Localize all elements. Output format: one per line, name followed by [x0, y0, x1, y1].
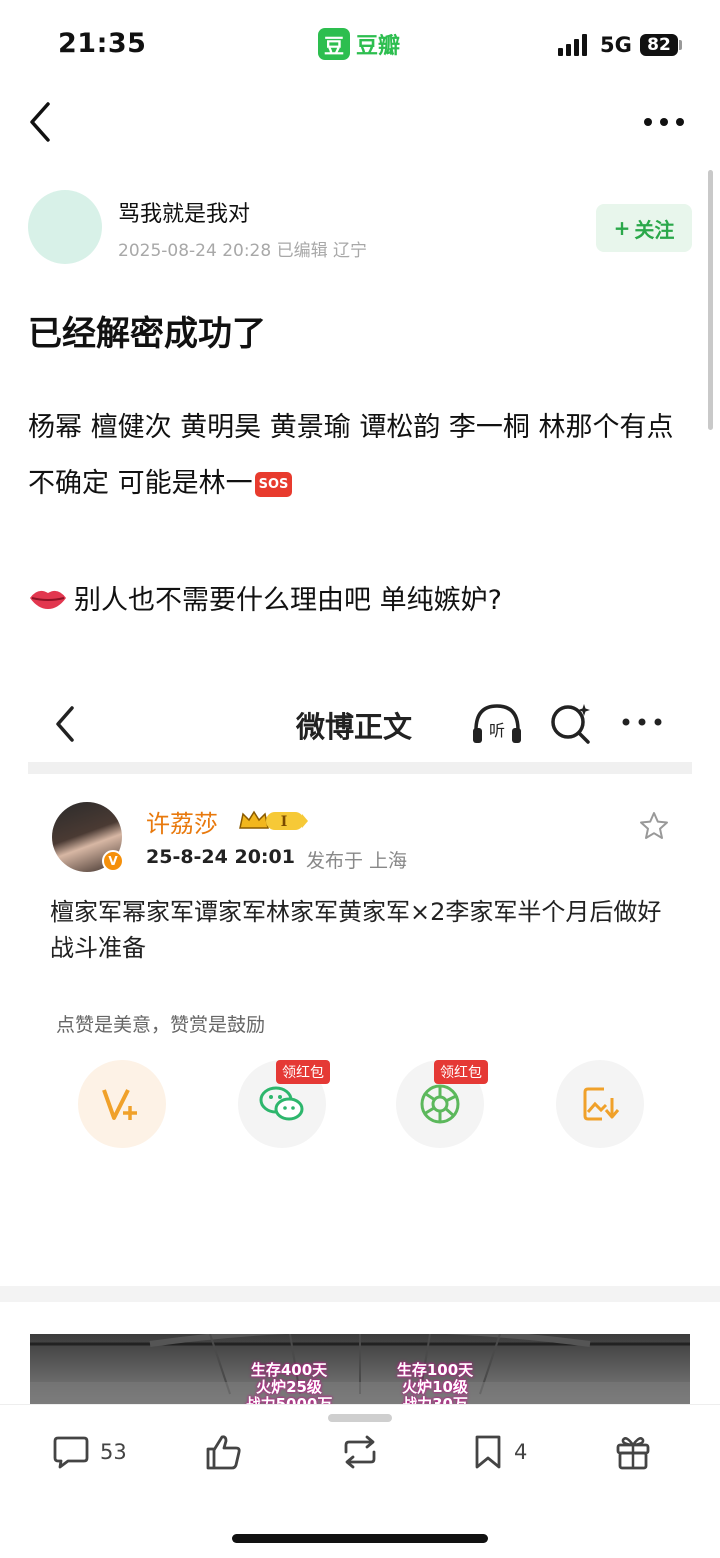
more-button[interactable]: [640, 108, 688, 136]
network-type: 5G: [600, 33, 632, 57]
repost-icon: [344, 1435, 376, 1469]
section-separator: [0, 1286, 720, 1302]
author-avatar[interactable]: [28, 190, 102, 264]
plus-icon: +: [613, 216, 631, 240]
post-paragraph-2-text: 别人也不需要什么理由吧 单纯嫉妒?: [74, 585, 502, 616]
comment-count: 53: [100, 1440, 127, 1464]
app-name: 豆瓣: [356, 34, 401, 59]
weibo-post-time: 25-8-24 20:01: [146, 846, 295, 868]
home-indicator[interactable]: [232, 1534, 488, 1543]
more-dots-icon: [644, 118, 684, 126]
author-name[interactable]: 骂我就是我对: [118, 196, 250, 228]
douban-logo-icon: 豆: [318, 28, 350, 60]
sos-emoji-icon: SOS: [254, 472, 293, 497]
weibo-page-title: 微博正文: [296, 710, 413, 744]
like-button[interactable]: [204, 1432, 242, 1472]
thumbs-up-icon: [206, 1435, 241, 1470]
crown-level-icon: I: [238, 808, 310, 834]
post-meta: 2025-08-24 20:28 已编辑 辽宁: [118, 241, 367, 261]
app-badge: 豆 豆瓣: [318, 28, 400, 60]
save-image-icon: [556, 1060, 644, 1148]
chevron-left-icon: [30, 102, 50, 142]
weibo-post-text: 檀家军幂家军谭家军林家军黄家军×2李家军半个月后做好战斗准备: [50, 898, 662, 962]
comment-button[interactable]: 53: [52, 1432, 127, 1472]
post-paragraph-1: 杨幂 檀健次 黄明昊 黄景瑜 谭松韵 李一桐 林那个有点不确定 可能是林一 SOS: [28, 400, 696, 512]
collect-button[interactable]: 4: [472, 1432, 527, 1472]
bookmark-icon: [475, 1435, 501, 1469]
weibo-author-name: 许荔莎: [146, 810, 218, 838]
battery-tip: [679, 40, 682, 50]
back-button[interactable]: [24, 100, 60, 144]
ad-background: [30, 1334, 690, 1414]
search-icon: [548, 700, 594, 746]
level-text: I: [281, 814, 288, 830]
star-icon: [638, 810, 670, 842]
lips-emoji-icon: [30, 590, 66, 609]
comment-icon: [53, 1436, 89, 1469]
follow-button[interactable]: + 关注: [596, 204, 692, 252]
battery-icon: 82: [640, 34, 678, 56]
red-packet-tag-1: 领红包: [276, 1060, 330, 1084]
weibo-more-icon: [620, 712, 664, 732]
weibo-back-icon: [50, 704, 80, 744]
weibo-post-location: 发布于 上海: [306, 850, 408, 872]
follow-label: 关注: [634, 217, 675, 242]
signal-icon: [558, 34, 587, 56]
collect-count: 4: [514, 1440, 528, 1464]
status-time: 21:35: [58, 28, 147, 59]
repost-button[interactable]: [340, 1432, 380, 1472]
like-v-plus-icon: [78, 1060, 166, 1148]
gift-icon: [616, 1437, 650, 1470]
gift-button[interactable]: [614, 1432, 652, 1472]
verified-badge-icon: V: [102, 850, 124, 872]
post-paragraph-2: 别人也不需要什么理由吧 单纯嫉妒?: [28, 578, 502, 617]
weibo-divider: [28, 762, 692, 774]
headphones-icon: 听: [470, 700, 524, 746]
listen-label: 听: [489, 721, 505, 740]
drag-handle[interactable]: [328, 1414, 392, 1422]
scrollbar[interactable]: [708, 170, 713, 430]
weibo-like-tip: 点赞是美意，赞赏是鼓励: [56, 1014, 266, 1036]
red-packet-tag-2: 领红包: [434, 1060, 488, 1084]
ad-image[interactable]: 生存400天 火炉25级 战力5000万 生存100天 火炉10级 战力30万: [30, 1334, 690, 1414]
post-paragraph-1-text: 杨幂 檀健次 黄明昊 黄景瑜 谭松韵 李一桐 林那个有点不确定 可能是林一: [28, 412, 674, 499]
post-title: 已经解密成功了: [28, 314, 266, 354]
